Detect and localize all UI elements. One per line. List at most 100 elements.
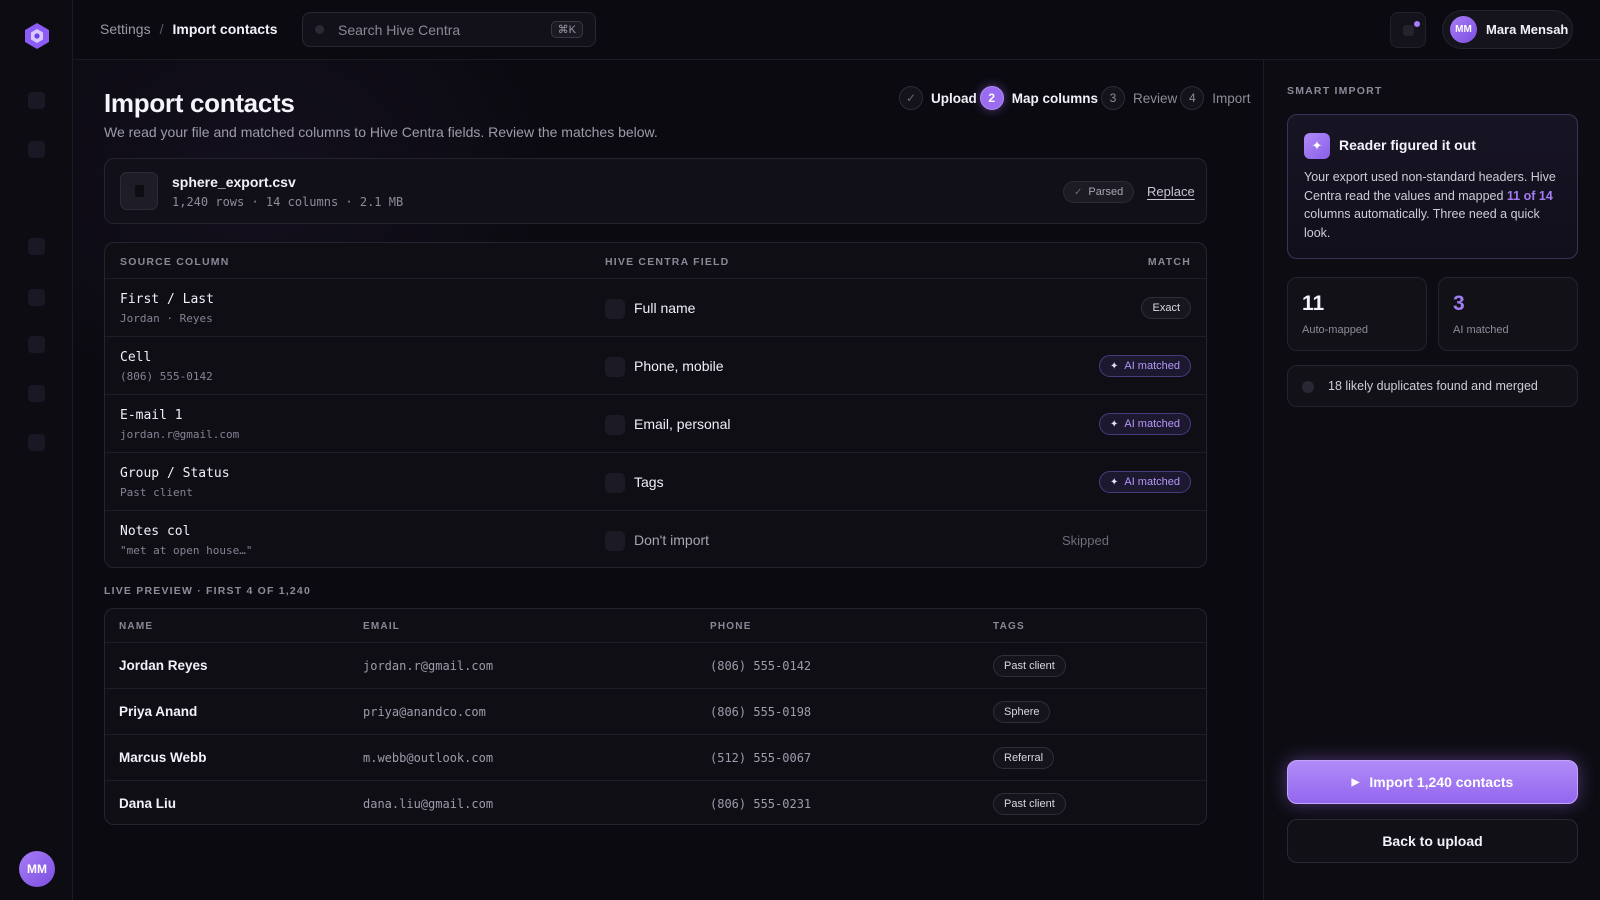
match-badge-label: AI matched [1124, 418, 1180, 430]
search-input[interactable]: Search Hive Centra ⌘K [302, 12, 596, 47]
avatar: MM [1450, 16, 1477, 43]
user-menu[interactable]: MM Mara Mensah [1442, 10, 1573, 49]
source-example: Past client [120, 486, 193, 499]
cell-phone: (806) 555-0198 [710, 705, 812, 719]
source-column: Cell [120, 350, 152, 365]
header-match: MATCH [1147, 256, 1191, 268]
left-rail: MM [0, 0, 73, 900]
header-field: HIVE CENTRA FIELD [605, 256, 730, 268]
play-icon: ▶ [1351, 776, 1360, 788]
step-import[interactable]: 4 Import [1180, 86, 1253, 110]
cell-email: m.webb@outlook.com [363, 751, 494, 765]
stat-ai-matched: 3 AI matched [1438, 277, 1578, 351]
reader-card-title: Reader figured it out [1339, 137, 1476, 153]
file-icon [120, 172, 158, 210]
check-icon: ✓ [899, 86, 923, 110]
hive-logo-icon[interactable] [24, 22, 50, 50]
step-label: Map columns [1011, 90, 1099, 106]
cell-name: Dana Liu [119, 796, 177, 811]
table-row: Priya Anand priya@anandco.com (806) 555-… [105, 689, 1206, 735]
match-status: Skipped [1062, 533, 1109, 548]
ban-icon [605, 531, 625, 551]
step-number: 3 [1101, 86, 1126, 110]
match-badge: Exact [1141, 297, 1191, 319]
step-label: Review [1133, 90, 1178, 106]
replace-link[interactable]: Replace [1147, 184, 1195, 199]
mapping-row[interactable]: First / Last Jordan · Reyes Full name Ex… [105, 279, 1206, 337]
import-contacts-button[interactable]: ▶ Import 1,240 contacts [1287, 760, 1578, 804]
page-subtitle: We read your file and matched columns to… [104, 124, 658, 140]
listings-icon[interactable] [28, 336, 45, 353]
step-map-columns[interactable]: 2 Map columns [979, 86, 1101, 110]
mapped-count: 11 of 14 [1506, 188, 1553, 203]
mapping-row[interactable]: E-mail 1 jordan.r@gmail.com Email, perso… [105, 395, 1206, 453]
match-badge: ✦ AI matched [1098, 471, 1191, 493]
top-bar: Settings / Import contacts Search Hive C… [73, 0, 1600, 60]
contacts-icon[interactable] [28, 141, 45, 158]
check-icon: ✓ [1074, 186, 1083, 198]
search-placeholder: Search Hive Centra [338, 21, 461, 38]
cell-phone: (806) 555-0142 [710, 659, 812, 673]
rail-avatar[interactable]: MM [19, 851, 55, 887]
inbox-icon[interactable] [28, 238, 45, 255]
notifications-button[interactable] [1390, 12, 1426, 48]
mapping-row[interactable]: Group / Status Past client Tags ✦ AI matc… [105, 453, 1206, 511]
reader-card: ✦ Reader figured it out Your export used… [1287, 114, 1578, 259]
table-row: Marcus Webb m.webb@outlook.com (512) 555… [105, 735, 1206, 781]
step-label: Upload [931, 90, 977, 106]
source-column: E-mail 1 [120, 408, 183, 423]
table-row: Dana Liu dana.liu@gmail.com (806) 555-02… [105, 781, 1206, 824]
mapping-row[interactable]: Cell (806) 555-0142 Phone, mobile ✦ AI ma… [105, 337, 1206, 395]
field-select[interactable]: Full name [634, 300, 695, 316]
tag-icon [605, 473, 625, 493]
cell-email: jordan.r@gmail.com [363, 659, 494, 673]
header-source-column: SOURCE COLUMN [120, 256, 230, 268]
stat-value: 11 [1302, 292, 1325, 315]
mail-icon [605, 415, 625, 435]
tag-badge: Past client [993, 655, 1066, 677]
table-row: Jordan Reyes jordan.r@gmail.com (806) 55… [105, 643, 1206, 689]
duplicates-notice: 18 likely duplicates found and merged [1287, 365, 1578, 407]
breadcrumb-settings[interactable]: Settings [100, 21, 151, 37]
header-email: EMAIL [363, 621, 401, 632]
merge-icon [1302, 381, 1314, 393]
cell-phone: (806) 555-0231 [710, 797, 812, 811]
file-meta: 1,240 rows · 14 columns · 2.1 MB [172, 195, 404, 209]
sparkle-icon: ✦ [1109, 360, 1119, 372]
header-name: NAME [119, 621, 154, 632]
back-to-upload-button[interactable]: Back to upload [1287, 819, 1578, 863]
main-content: Import contacts We read your file and ma… [73, 60, 1263, 900]
page-title: Import contacts [104, 88, 295, 118]
field-select[interactable]: Don't import [634, 532, 709, 548]
status-badge-label: Parsed [1088, 186, 1124, 198]
calendar-icon[interactable] [28, 289, 45, 306]
source-example: "met at open house…" [120, 544, 253, 557]
breadcrumb: Settings / Import contacts [100, 21, 278, 37]
reports-icon[interactable] [28, 385, 45, 402]
step-upload[interactable]: ✓ Upload [899, 86, 980, 110]
stat-label: AI matched [1453, 324, 1509, 336]
field-select[interactable]: Tags [634, 474, 664, 490]
tag-badge: Sphere [993, 701, 1051, 723]
phone-icon [605, 357, 625, 377]
step-review[interactable]: 3 Review [1101, 86, 1180, 110]
cell-email: dana.liu@gmail.com [363, 797, 494, 811]
match-badge-label: AI matched [1124, 360, 1180, 372]
user-name: Mara Mensah [1486, 22, 1569, 37]
cell-name: Priya Anand [119, 704, 198, 719]
source-example: (806) 555-0142 [120, 370, 213, 383]
search-icon [315, 25, 324, 34]
settings-icon[interactable] [28, 434, 45, 451]
dashboard-icon[interactable] [28, 92, 45, 109]
field-select[interactable]: Phone, mobile [634, 358, 724, 374]
stat-label: Auto-mapped [1302, 324, 1369, 336]
tag-badge: Referral [993, 747, 1055, 769]
panel-label: SMART IMPORT [1287, 85, 1383, 97]
field-select[interactable]: Email, personal [634, 416, 731, 432]
match-badge-label: AI matched [1124, 476, 1180, 488]
user-icon [605, 299, 625, 319]
step-number: 2 [979, 86, 1004, 110]
stat-value: 3 [1453, 292, 1465, 315]
mapping-row[interactable]: Notes col "met at open house…" Don't imp… [105, 511, 1206, 567]
source-column: Notes col [120, 524, 191, 539]
